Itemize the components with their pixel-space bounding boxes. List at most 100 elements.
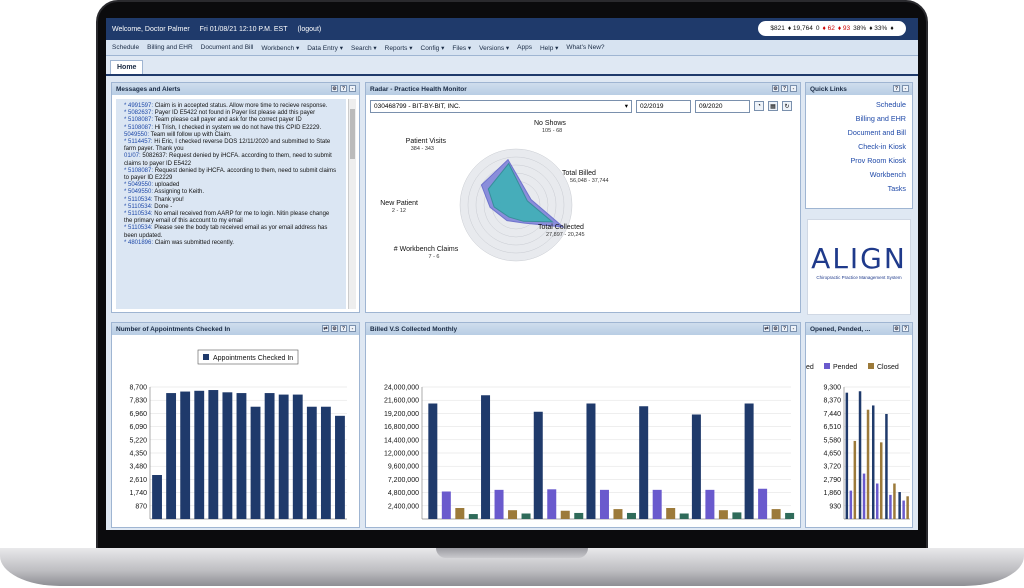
message-item: 01/07: 5082637: Request denied by iHCFA.… — [124, 153, 338, 167]
logo-text: ALIGN — [811, 242, 907, 275]
message-text: Team please call payer and ask for the c… — [153, 117, 302, 124]
menu-item[interactable]: Document and Bill — [201, 44, 254, 51]
refresh-icon[interactable]: ↻ — [782, 101, 792, 111]
bar-billed — [481, 395, 491, 519]
minimize-icon[interactable]: - — [790, 85, 797, 92]
minimize-icon[interactable]: - — [349, 325, 356, 332]
bar-opened — [871, 405, 875, 519]
message-id-link[interactable]: * 5110534: — [124, 197, 153, 203]
y-tick-label: 7,830 — [129, 398, 147, 405]
message-id-link[interactable]: * 5110534: — [124, 225, 153, 231]
minimize-icon[interactable]: - — [902, 85, 909, 92]
menu-item[interactable]: Files ▾ — [452, 44, 471, 52]
quicklink-billing-and-ehr[interactable]: Billing and EHR — [806, 111, 912, 125]
bar-opened — [858, 391, 862, 519]
messages-title: Messages and Alerts — [116, 85, 181, 93]
message-id-link[interactable]: * 5049550: — [124, 189, 153, 195]
help-icon[interactable]: ? — [781, 85, 788, 92]
help-icon[interactable]: ? — [340, 85, 347, 92]
quicklink-prov-room-kiosk[interactable]: Prov Room Kiosk — [806, 153, 912, 167]
pie-chart-icon[interactable]: ◔ — [754, 101, 764, 111]
message-item: * 4991597: Claim is in accepted status. … — [124, 103, 338, 110]
menu-item[interactable]: Reports ▾ — [385, 44, 413, 52]
menu-item[interactable]: Workbench ▾ — [261, 44, 299, 52]
settings-icon[interactable]: ⚙ — [772, 85, 779, 92]
message-id-link[interactable]: * 5110534: — [124, 211, 153, 217]
radar-axis-range: 384 - 343 — [411, 146, 434, 152]
minimize-icon[interactable]: - — [790, 325, 797, 332]
tab-home[interactable]: Home — [110, 60, 144, 74]
message-id-link[interactable]: * 5108087: — [124, 117, 153, 123]
y-tick-label: 8,370 — [823, 398, 841, 405]
bar-other2 — [468, 514, 478, 519]
message-id-link[interactable]: * 5082637: — [124, 110, 153, 116]
help-icon[interactable]: ? — [781, 325, 788, 332]
expand-icon[interactable]: ⇄ — [322, 325, 329, 332]
menu-item[interactable]: What's New? — [566, 44, 604, 51]
message-item: * 5108087: Request denied by iHCFA. acco… — [124, 168, 338, 182]
bar — [264, 393, 275, 519]
quicklink-document-and-bill[interactable]: Document and Bill — [806, 125, 912, 139]
practice-select[interactable]: 030468799 - BIT-BY-BIT, INC. ▾ — [370, 99, 632, 113]
radar-title: Radar - Practice Health Monitor — [370, 85, 467, 93]
scroll-thumb[interactable] — [350, 109, 355, 159]
stat-f: 38% — [853, 25, 867, 32]
table-icon[interactable]: ▦ — [768, 101, 778, 111]
bar — [236, 393, 247, 519]
message-text: Request denied by iHCFA. according to th… — [124, 167, 337, 182]
quicklink-workbench[interactable]: Workbench — [806, 167, 912, 181]
bar-other2 — [785, 512, 795, 519]
datetime-text: Fri 01/08/21 12:10 P.M. EST — [199, 25, 288, 33]
to-date-input[interactable]: 09/2020 — [695, 99, 750, 113]
bar-collected — [705, 489, 715, 519]
bar-other2 — [626, 512, 636, 519]
menu-item[interactable]: Apps — [517, 44, 532, 51]
settings-icon[interactable]: ⚙ — [331, 85, 338, 92]
radar-axis-label: Total Collected — [538, 224, 584, 231]
bar-opened — [885, 413, 888, 519]
y-tick-label: 24,000,000 — [384, 385, 419, 392]
bar-billed — [428, 403, 438, 519]
bar-billed — [744, 403, 754, 519]
quicklink-tasks[interactable]: Tasks — [806, 181, 912, 195]
radar-chart: Daily No Future Appts28 - 40No Shows105 … — [380, 117, 609, 262]
from-date-input[interactable]: 02/2019 — [636, 99, 691, 113]
message-id-link[interactable]: * 4801896: — [124, 240, 153, 246]
message-id-link[interactable]: 5049550: — [124, 132, 149, 138]
menu-item[interactable]: Billing and EHR — [147, 44, 193, 51]
menu-item[interactable]: Versions ▾ — [479, 44, 509, 52]
menu-item[interactable]: Search ▾ — [351, 44, 377, 52]
settings-icon[interactable]: ⚙ — [893, 325, 900, 332]
message-id-link[interactable]: * 5049550: — [124, 182, 153, 188]
y-tick-label: 6,090 — [129, 424, 147, 431]
radar-axis-range: 28 - 40 — [397, 117, 414, 119]
message-id-link[interactable]: * 5108087: — [124, 168, 153, 174]
expand-icon[interactable]: ⇄ — [763, 325, 770, 332]
message-text: Claim is in accepted status. Allow more … — [153, 103, 328, 109]
help-icon[interactable]: ? — [902, 325, 909, 332]
y-tick-label: 12,000,000 — [384, 451, 419, 458]
message-id-link[interactable]: 01/07: — [124, 153, 141, 159]
quicklink-check-in-kiosk[interactable]: Check-in Kiosk — [806, 139, 912, 153]
radar-axis-label: New Patient — [380, 200, 418, 207]
menu-item[interactable]: Schedule — [112, 44, 139, 51]
message-id-link[interactable]: * 5110534: — [124, 204, 153, 210]
minimize-icon[interactable]: - — [349, 85, 356, 92]
message-id-link[interactable]: * 5108087: — [124, 125, 153, 131]
messages-scrollbar[interactable] — [348, 99, 356, 309]
settings-icon[interactable]: ⚙ — [331, 325, 338, 332]
menu-item[interactable]: Help ▾ — [540, 44, 558, 52]
stats-pill: $821 ♦ 19,764 0 ♦ 62 ♦ 93 38% ♦ 33% ♦ — [758, 21, 906, 36]
message-text: Please see the body tab received email a… — [124, 225, 328, 239]
menu-item[interactable]: Data Entry ▾ — [307, 44, 343, 52]
message-id-link[interactable]: * 4991597: — [124, 103, 153, 109]
logout-link[interactable]: (logout) — [297, 26, 321, 33]
help-icon[interactable]: ? — [340, 325, 347, 332]
message-id-link[interactable]: * 5114457: — [124, 139, 153, 145]
help-icon[interactable]: ? — [893, 85, 900, 92]
menu-item[interactable]: Config ▾ — [421, 44, 445, 52]
bar-pended — [849, 490, 853, 519]
settings-icon[interactable]: ⚙ — [772, 325, 779, 332]
opened-panel: Opened, Pended, ... ⚙? 9,300 8,370 7,440 6,… — [805, 322, 913, 528]
quicklink-schedule[interactable]: Schedule — [806, 97, 912, 111]
